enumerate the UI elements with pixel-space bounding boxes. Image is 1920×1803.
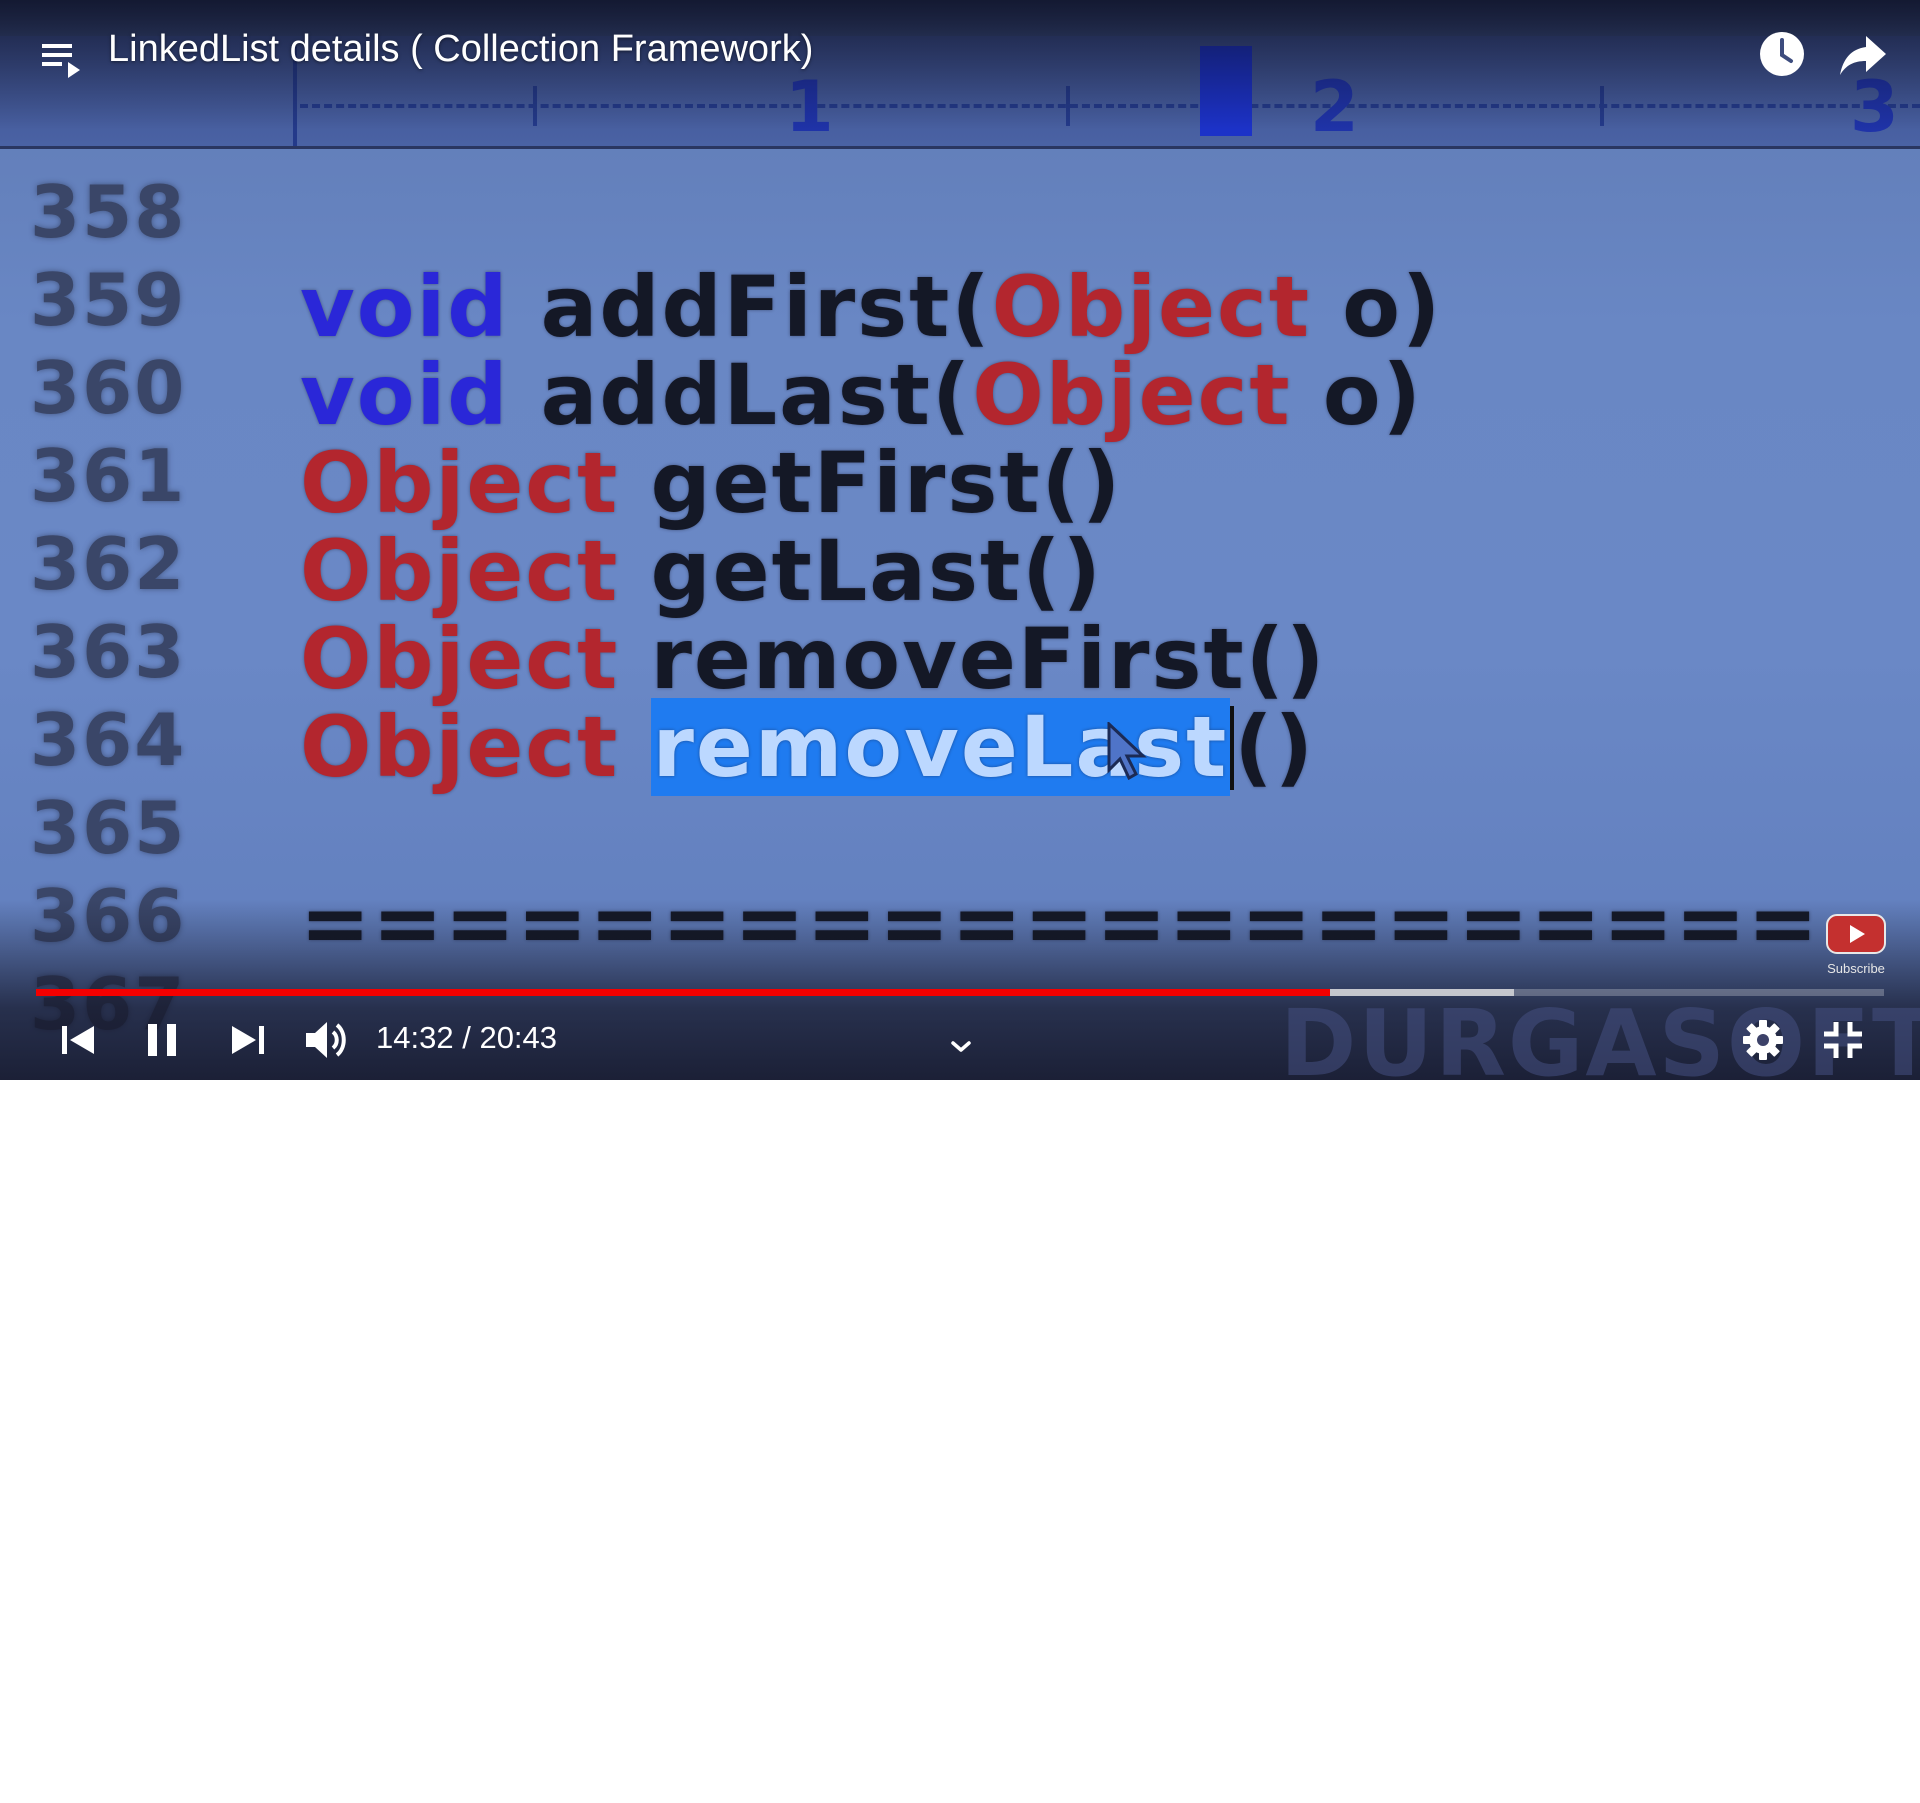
time-separator: / [462, 1020, 471, 1055]
code-token: o) [1310, 258, 1443, 356]
volume-icon[interactable] [302, 1016, 352, 1064]
time-display: 14:32 / 20:43 [376, 1020, 557, 1056]
code-token: addLast( [509, 346, 973, 444]
subscribe-label: Subscribe [1827, 961, 1885, 976]
code-text: Object removeLast() [300, 698, 1315, 796]
code-line: 360 void addLast(Object o) [0, 346, 1920, 444]
keyword-void: void [300, 346, 510, 444]
line-number: 362 [30, 522, 187, 606]
code-line: 361 Object getFirst() [0, 434, 1920, 532]
code-text: Object getFirst() [300, 434, 1122, 532]
code-token: () [1234, 698, 1316, 796]
video-title[interactable]: LinkedList details ( Collection Framewor… [108, 28, 813, 71]
mouse-cursor-icon [1107, 722, 1147, 780]
code-line: 358 [0, 170, 1920, 256]
line-number: 364 [30, 698, 187, 782]
code-text: void addFirst(Object o) [300, 258, 1442, 356]
code-token: removeFirst() [619, 610, 1327, 708]
code-text: Object removeFirst() [300, 610, 1326, 708]
keyword-object: Object [300, 522, 620, 620]
code-token: addFirst( [509, 258, 992, 356]
keyword-object: Object [991, 258, 1311, 356]
keyword-object: Object [972, 346, 1292, 444]
line-number: 361 [30, 434, 187, 518]
clock-icon[interactable] [1758, 30, 1806, 78]
code-line: 364 Object removeLast() [0, 698, 1920, 796]
code-line: 359 void addFirst(Object o) [0, 258, 1920, 356]
share-arrow-icon[interactable] [1838, 32, 1888, 78]
playlist-icon[interactable] [38, 34, 86, 82]
line-number: 360 [30, 346, 187, 430]
exit-fullscreen-icon[interactable] [1820, 1016, 1866, 1064]
keyword-object: Object [300, 434, 620, 532]
keyword-void: void [300, 258, 510, 356]
line-number: 365 [30, 786, 187, 870]
code-token: getLast() [619, 522, 1103, 620]
code-token: getFirst() [619, 434, 1123, 532]
current-time: 14:32 [376, 1020, 454, 1055]
code-text: Object getLast() [300, 522, 1103, 620]
progress-played [36, 989, 1330, 996]
video-player[interactable]: 1 2 3 358359void addFirst(Object o)360vo… [0, 0, 1920, 1080]
code-text: void addLast(Object o) [300, 346, 1423, 444]
line-number: 358 [30, 170, 187, 254]
youtube-logo-icon [1826, 914, 1886, 954]
line-number: 359 [30, 258, 187, 342]
code-line: 362 Object getLast() [0, 522, 1920, 620]
skip-previous-icon[interactable] [56, 1016, 100, 1064]
subscribe-button[interactable]: Subscribe [1822, 914, 1890, 976]
line-number: 363 [30, 610, 187, 694]
pause-icon[interactable] [140, 1016, 184, 1064]
code-token: o) [1291, 346, 1423, 444]
keyword-object: Object [300, 610, 620, 708]
code-line: 363 Object removeFirst() [0, 610, 1920, 708]
chevron-down-icon[interactable] [944, 1022, 978, 1070]
keyword-object: Object [300, 698, 620, 796]
gear-icon[interactable] [1740, 1016, 1786, 1064]
code-line: 365 [0, 786, 1920, 872]
skip-next-icon[interactable] [226, 1016, 270, 1064]
duration: 20:43 [479, 1020, 558, 1055]
progress-bar[interactable] [36, 989, 1884, 996]
